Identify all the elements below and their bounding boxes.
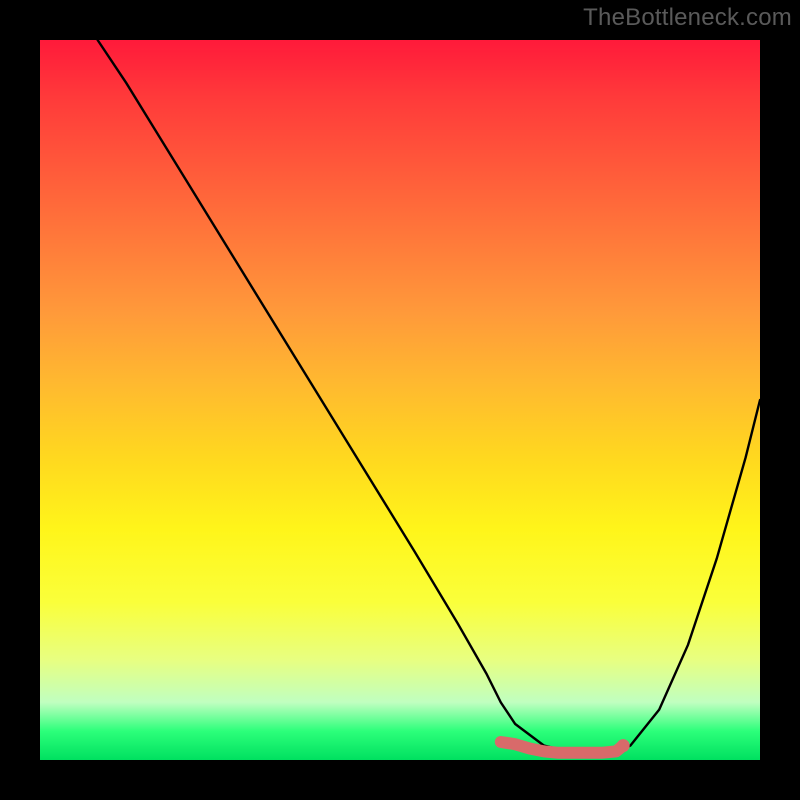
chart-frame: TheBottleneck.com — [0, 0, 800, 800]
watermark-text: TheBottleneck.com — [583, 4, 792, 32]
optimal-range-endpoint — [617, 739, 630, 752]
plot-area — [40, 40, 760, 760]
bottleneck-curve — [98, 40, 760, 753]
chart-svg — [40, 40, 760, 760]
optimal-range-marker — [501, 742, 623, 753]
